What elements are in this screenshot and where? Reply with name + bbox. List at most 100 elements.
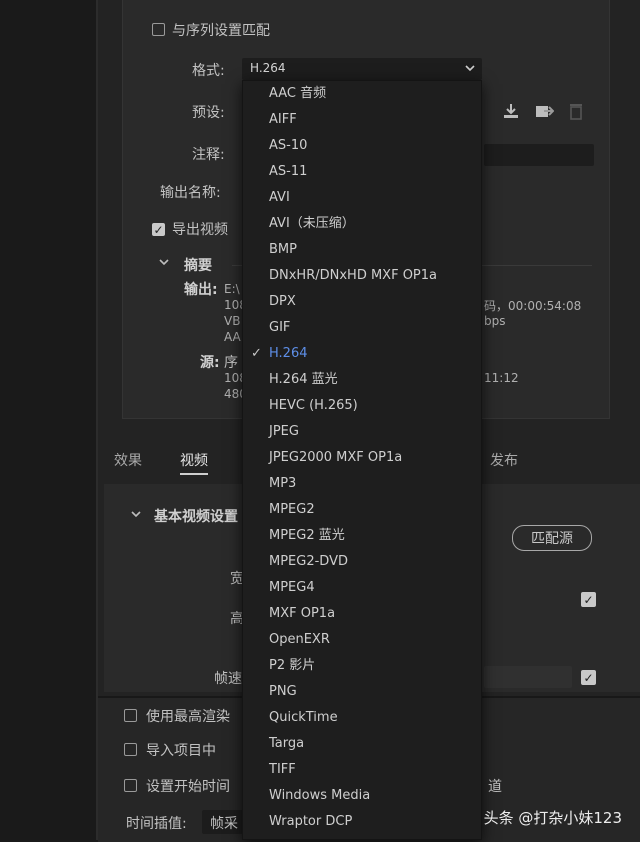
format-option-label: DNxHR/DNxHD MXF OP1a	[269, 268, 438, 283]
frame-rate-checkbox[interactable]: ✓	[581, 670, 596, 685]
link-dimensions-checkbox[interactable]: ✓	[581, 592, 596, 607]
match-sequence-label: 与序列设置匹配	[172, 23, 270, 39]
comment-label: 注释:	[192, 147, 225, 163]
format-option[interactable]: AVI（未压缩）	[243, 211, 481, 237]
format-option[interactable]: AAC 音频	[243, 81, 481, 107]
format-option[interactable]: H.264 蓝光	[243, 367, 481, 393]
max-render-label: 使用最高渲染	[146, 709, 230, 725]
format-option[interactable]: PNG	[243, 679, 481, 705]
format-option-label: AVI（未压缩）	[269, 216, 355, 231]
summary-label: 摘要	[184, 258, 212, 274]
format-option[interactable]: AIFF	[243, 107, 481, 133]
source-label: 源:	[200, 355, 220, 371]
export-video-label: 导出视频	[172, 222, 228, 238]
format-option[interactable]: GIF	[243, 315, 481, 341]
download-preset-icon[interactable]	[502, 102, 520, 120]
match-source-button[interactable]: 匹配源	[512, 525, 592, 551]
format-option[interactable]: JPEG2000 MXF OP1a	[243, 445, 481, 471]
format-option[interactable]: Targa	[243, 731, 481, 757]
format-option-label: H.264	[269, 346, 308, 361]
tab-publish[interactable]: 发布	[490, 450, 518, 470]
format-label: 格式:	[192, 63, 225, 79]
format-option[interactable]: JPEG	[243, 419, 481, 445]
format-option-label: DPX	[269, 294, 296, 309]
basic-settings-chevron-icon[interactable]	[130, 508, 142, 520]
source-trail: 11:12	[484, 371, 519, 385]
source-line-1: 序	[224, 355, 238, 371]
format-option-label: MP3	[269, 476, 297, 491]
format-option[interactable]: MPEG2-DVD	[243, 549, 481, 575]
format-option-label: Wraptor DCP	[269, 814, 353, 829]
format-option[interactable]: MP3	[243, 471, 481, 497]
import-project-checkbox[interactable]	[124, 743, 137, 756]
comment-input[interactable]	[484, 144, 594, 166]
output-line-3: VB	[224, 314, 241, 328]
frame-rate-select[interactable]	[484, 666, 572, 688]
format-option-label: JPEG	[269, 424, 299, 439]
format-option[interactable]: AS-10	[243, 133, 481, 159]
format-option-label: MPEG2	[269, 502, 315, 517]
tab-effects[interactable]: 效果	[114, 450, 142, 470]
format-option-label: Windows Media	[269, 788, 371, 803]
format-option-label: MPEG2-DVD	[269, 554, 348, 569]
import-project-label: 导入项目中	[146, 743, 216, 759]
preset-label: 预设:	[192, 105, 225, 121]
format-option-label: Targa	[269, 736, 305, 751]
output-trail-2: bps	[484, 314, 506, 328]
format-option[interactable]: HEVC (H.265)	[243, 393, 481, 419]
format-option[interactable]: OpenEXR	[243, 627, 481, 653]
format-option[interactable]: MPEG4	[243, 575, 481, 601]
format-option-label: AS-11	[269, 164, 308, 179]
format-option-label: GIF	[269, 320, 291, 335]
basic-video-settings-label: 基本视频设置	[154, 509, 238, 525]
format-option-label: P2 影片	[269, 658, 316, 673]
format-option-label: AVI	[269, 190, 290, 205]
format-option[interactable]: DPX	[243, 289, 481, 315]
format-option[interactable]: MPEG2	[243, 497, 481, 523]
format-select[interactable]: H.264	[242, 58, 482, 80]
match-sequence-checkbox[interactable]	[152, 23, 165, 36]
chevron-down-icon	[464, 60, 476, 76]
format-option-label: MPEG2 蓝光	[269, 528, 345, 543]
format-option-label: PNG	[269, 684, 297, 699]
trash-icon[interactable]	[568, 102, 584, 120]
channel-fragment: 道	[488, 779, 502, 795]
format-option[interactable]: MXF OP1a	[243, 601, 481, 627]
export-video-checkbox[interactable]: ✓	[152, 223, 165, 236]
format-option[interactable]: TIFF	[243, 757, 481, 783]
format-option[interactable]: Windows Media	[243, 783, 481, 809]
format-option[interactable]: BMP	[243, 237, 481, 263]
format-option-label: BMP	[269, 242, 297, 257]
watermark: 头条 @打杂小妹123	[483, 809, 622, 827]
format-option-label: AIFF	[269, 112, 297, 127]
format-option-label: H.264 蓝光	[269, 372, 338, 387]
output-trail-1: 码，00:00:54:08	[484, 299, 582, 313]
format-options: AAC 音频 AIFF AS-10 AS-11 AVI AVI（未压缩） BMP DNxHR/…	[243, 81, 481, 835]
format-option-label: MXF OP1a	[269, 606, 336, 621]
format-option[interactable]: ✓ H.264	[243, 341, 481, 367]
format-option-label: MPEG4	[269, 580, 315, 595]
tab-video[interactable]: 视频	[180, 450, 208, 475]
summary-chevron-icon[interactable]	[158, 256, 170, 268]
left-panel	[0, 0, 96, 840]
format-select-value: H.264	[250, 61, 286, 75]
format-option-label: QuickTime	[269, 710, 338, 725]
format-option-label: AS-10	[269, 138, 308, 153]
set-start-time-checkbox[interactable]	[124, 779, 137, 792]
output-line-1: E:\	[224, 282, 240, 296]
format-option-label: AAC 音频	[269, 86, 327, 101]
format-option[interactable]: DNxHR/DNxHD MXF OP1a	[243, 263, 481, 289]
format-option[interactable]: AS-11	[243, 159, 481, 185]
format-option[interactable]: Wraptor DCP	[243, 809, 481, 835]
format-option[interactable]: MPEG2 蓝光	[243, 523, 481, 549]
import-preset-icon[interactable]	[534, 102, 554, 120]
format-option[interactable]: QuickTime	[243, 705, 481, 731]
format-option[interactable]: AVI	[243, 185, 481, 211]
format-option[interactable]: P2 影片	[243, 653, 481, 679]
format-option-label: JPEG2000 MXF OP1a	[269, 450, 403, 465]
format-option-label: OpenEXR	[269, 632, 330, 647]
format-option-label: HEVC (H.265)	[269, 398, 358, 413]
max-render-checkbox[interactable]	[124, 709, 137, 722]
checkmark-icon: ✓	[251, 346, 262, 361]
output-label: 输出:	[184, 282, 218, 298]
